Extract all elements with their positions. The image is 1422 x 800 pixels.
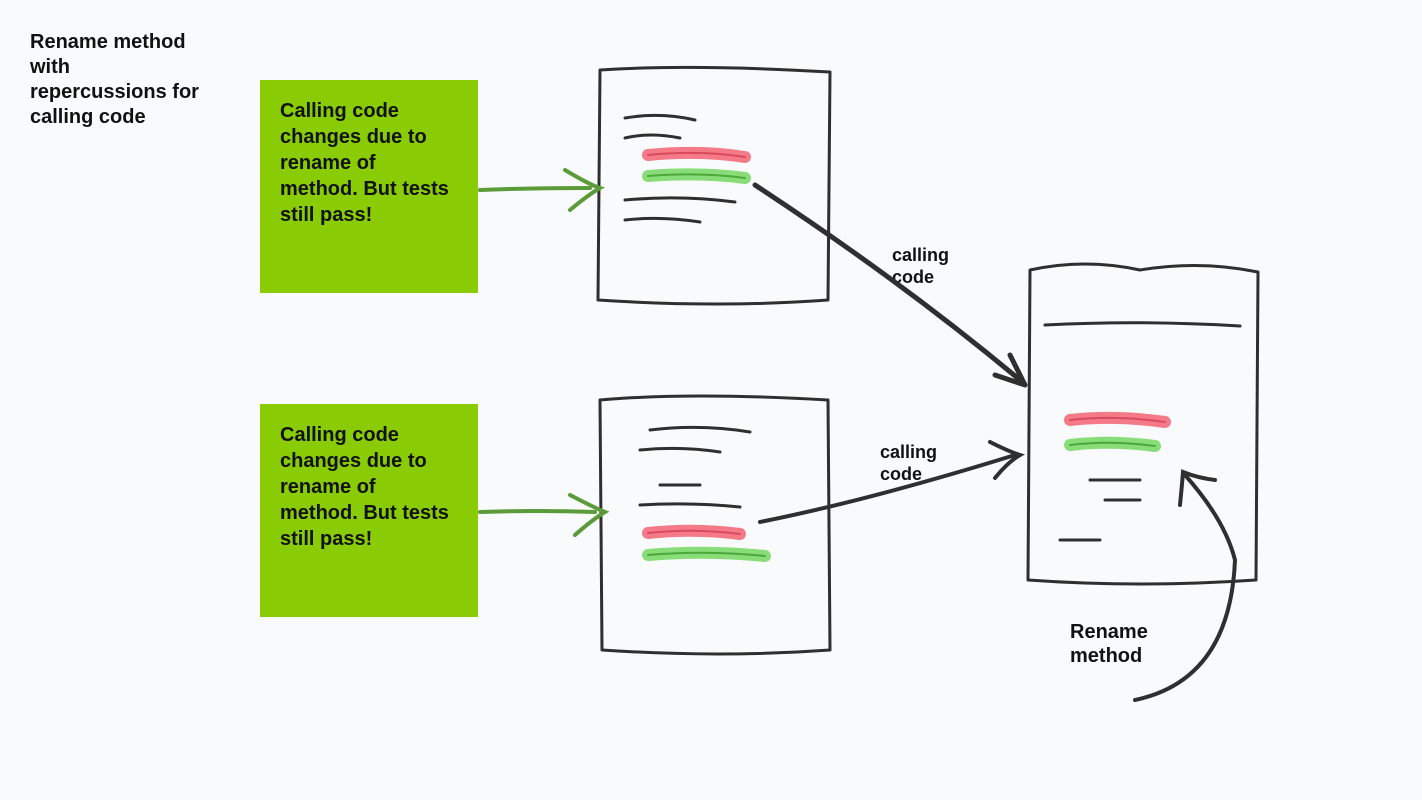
document-sketch-target <box>1028 264 1258 584</box>
callout-box-1-text: Calling code changes due to rename of me… <box>280 100 449 226</box>
arrow-doc1-to-target <box>755 185 1025 385</box>
callout-box-2: Calling code changes due to rename of me… <box>260 404 478 617</box>
arrow-label-calling-code-1: calling code <box>892 245 972 288</box>
sketch-overlay <box>0 0 1422 800</box>
callout-box-2-text: Calling code changes due to rename of me… <box>280 424 449 550</box>
arrow-greenbox1-to-doc1 <box>480 170 600 210</box>
arrow-label-calling-code-2: calling code <box>880 442 960 485</box>
document-sketch-2 <box>600 396 830 654</box>
document-sketch-1 <box>598 67 830 304</box>
callout-box-1: Calling code changes due to rename of me… <box>260 80 478 293</box>
diagram-canvas: Rename method with repercussions for cal… <box>0 0 1422 800</box>
arrow-greenbox2-to-doc2 <box>480 495 605 535</box>
target-label-rename-method: Rename method <box>1070 620 1190 668</box>
diagram-title: Rename method with repercussions for cal… <box>30 30 210 130</box>
